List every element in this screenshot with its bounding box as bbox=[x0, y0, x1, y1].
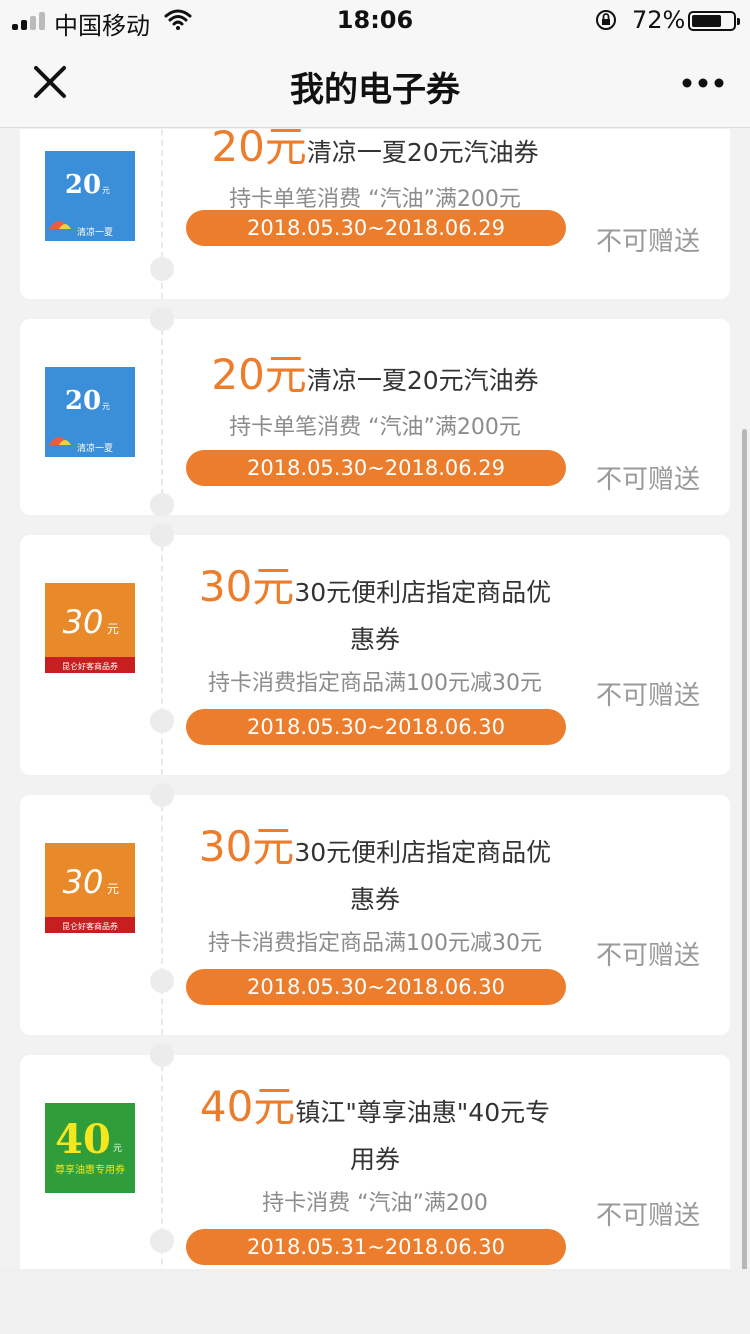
thumb-caption: 昆仑好客商品券 bbox=[62, 661, 118, 671]
thumb-caption: 昆仑好客商品券 bbox=[62, 921, 118, 931]
thumb-caption: 清凉一夏 bbox=[77, 442, 113, 454]
coupon-amount: 20元 bbox=[211, 129, 307, 171]
thumb-value: 20 bbox=[65, 170, 101, 200]
validity-badge: 2018.05.31~2018.06.30 bbox=[186, 1229, 566, 1265]
coupon-card[interactable]: 30 元 昆仑好客商品券 30元30元便利店指定商品优 惠券 持卡消费指定商品满… bbox=[20, 523, 730, 775]
validity-badge: 2018.05.30~2018.06.29 bbox=[186, 450, 566, 486]
validity-badge: 2018.05.30~2018.06.30 bbox=[186, 969, 566, 1005]
coupon-card[interactable]: 40 元 尊享油惠专用券 40元镇江"尊享油惠"40元专 用券 持卡消费 “汽油… bbox=[20, 1043, 730, 1269]
coupon-condition: 持卡消费 “汽油”满200 bbox=[262, 1191, 488, 1216]
battery-icon bbox=[688, 11, 740, 31]
validity-badge: 2018.05.30~2018.06.30 bbox=[186, 709, 566, 745]
page-title: 我的电子券 bbox=[290, 70, 460, 110]
nav-bar: 我的电子券 bbox=[0, 40, 750, 128]
coupon-condition: 持卡消费指定商品满100元减30元 bbox=[208, 671, 542, 696]
status-bar: 中国移动 18:06 72% bbox=[0, 0, 750, 40]
coupon-thumbnail-green: 40 元 尊享油惠专用券 bbox=[45, 1103, 135, 1193]
coupon-card[interactable]: 20 元 清凉一夏 20元清凉一夏20元汽油券 持卡单笔消费 “汽油”满200元… bbox=[20, 307, 730, 517]
coupon-name-line1: 镇江"尊享油惠"40元专 bbox=[295, 1098, 551, 1127]
bottom-area bbox=[0, 1269, 750, 1334]
coupon-name-line1: 30元便利店指定商品优 bbox=[294, 578, 552, 607]
more-dots-icon bbox=[682, 78, 724, 88]
coupon-name-line2: 用券 bbox=[349, 1145, 400, 1174]
thumb-value: 20 bbox=[65, 386, 101, 416]
coupon-list[interactable]: 20 元 清凉一夏 20元清凉一夏20元汽油券 持卡单笔消费 “汽油”满200元… bbox=[0, 129, 750, 1269]
thumb-unit: 元 bbox=[102, 186, 110, 195]
coupon-condition: 持卡消费指定商品满100元减30元 bbox=[208, 931, 542, 956]
thumb-unit: 元 bbox=[102, 402, 110, 411]
transfer-status: 不可赠送 bbox=[595, 681, 700, 711]
coupon-name-line2: 惠券 bbox=[349, 885, 400, 914]
coupon-amount: 30元 bbox=[198, 822, 295, 871]
coupon-name: 清凉一夏20元汽油券 bbox=[306, 138, 539, 167]
coupon-amount: 20元 bbox=[211, 350, 307, 399]
coupon-name-line1: 30元便利店指定商品优 bbox=[294, 838, 552, 867]
transfer-status: 不可赠送 bbox=[595, 1201, 700, 1231]
thumb-unit: 元 bbox=[107, 622, 119, 636]
thumb-caption: 尊享油惠专用券 bbox=[55, 1163, 125, 1176]
validity-badge: 2018.05.30~2018.06.29 bbox=[186, 210, 566, 246]
scrollbar[interactable] bbox=[742, 429, 747, 1269]
coupon-thumbnail-blue: 20 元 清凉一夏 bbox=[45, 151, 135, 241]
thumb-value: 30 bbox=[63, 603, 104, 641]
thumb-caption: 清凉一夏 bbox=[77, 226, 113, 238]
coupon-card[interactable]: 20 元 清凉一夏 20元清凉一夏20元汽油券 持卡单笔消费 “汽油”满200元… bbox=[20, 129, 730, 299]
coupon-thumbnail-orange: 30 元 昆仑好客商品券 bbox=[45, 843, 135, 933]
thumb-unit: 元 bbox=[107, 882, 119, 896]
coupon-thumbnail-blue: 20 元 清凉一夏 bbox=[45, 367, 135, 457]
coupon-name-line2: 惠券 bbox=[349, 625, 400, 654]
thumb-value: 40 bbox=[55, 1116, 111, 1163]
rotation-lock-icon bbox=[596, 10, 616, 30]
transfer-status: 不可赠送 bbox=[595, 465, 700, 495]
coupon-thumbnail-orange: 30 元 昆仑好客商品券 bbox=[45, 583, 135, 673]
coupon-amount: 40元 bbox=[199, 1082, 296, 1131]
transfer-status: 不可赠送 bbox=[595, 941, 700, 971]
thumb-value: 30 bbox=[63, 863, 104, 901]
battery-percent: 72% bbox=[632, 6, 686, 34]
thumb-unit: 元 bbox=[113, 1144, 122, 1154]
coupon-card[interactable]: 30 元 昆仑好客商品券 30元30元便利店指定商品优 惠券 持卡消费指定商品满… bbox=[20, 783, 730, 1035]
more-button[interactable] bbox=[678, 66, 728, 100]
coupon-condition: 持卡单笔消费 “汽油”满200元 bbox=[229, 415, 521, 440]
transfer-status: 不可赠送 bbox=[595, 227, 700, 257]
coupon-amount: 30元 bbox=[198, 562, 295, 611]
coupon-name: 清凉一夏20元汽油券 bbox=[306, 366, 539, 395]
